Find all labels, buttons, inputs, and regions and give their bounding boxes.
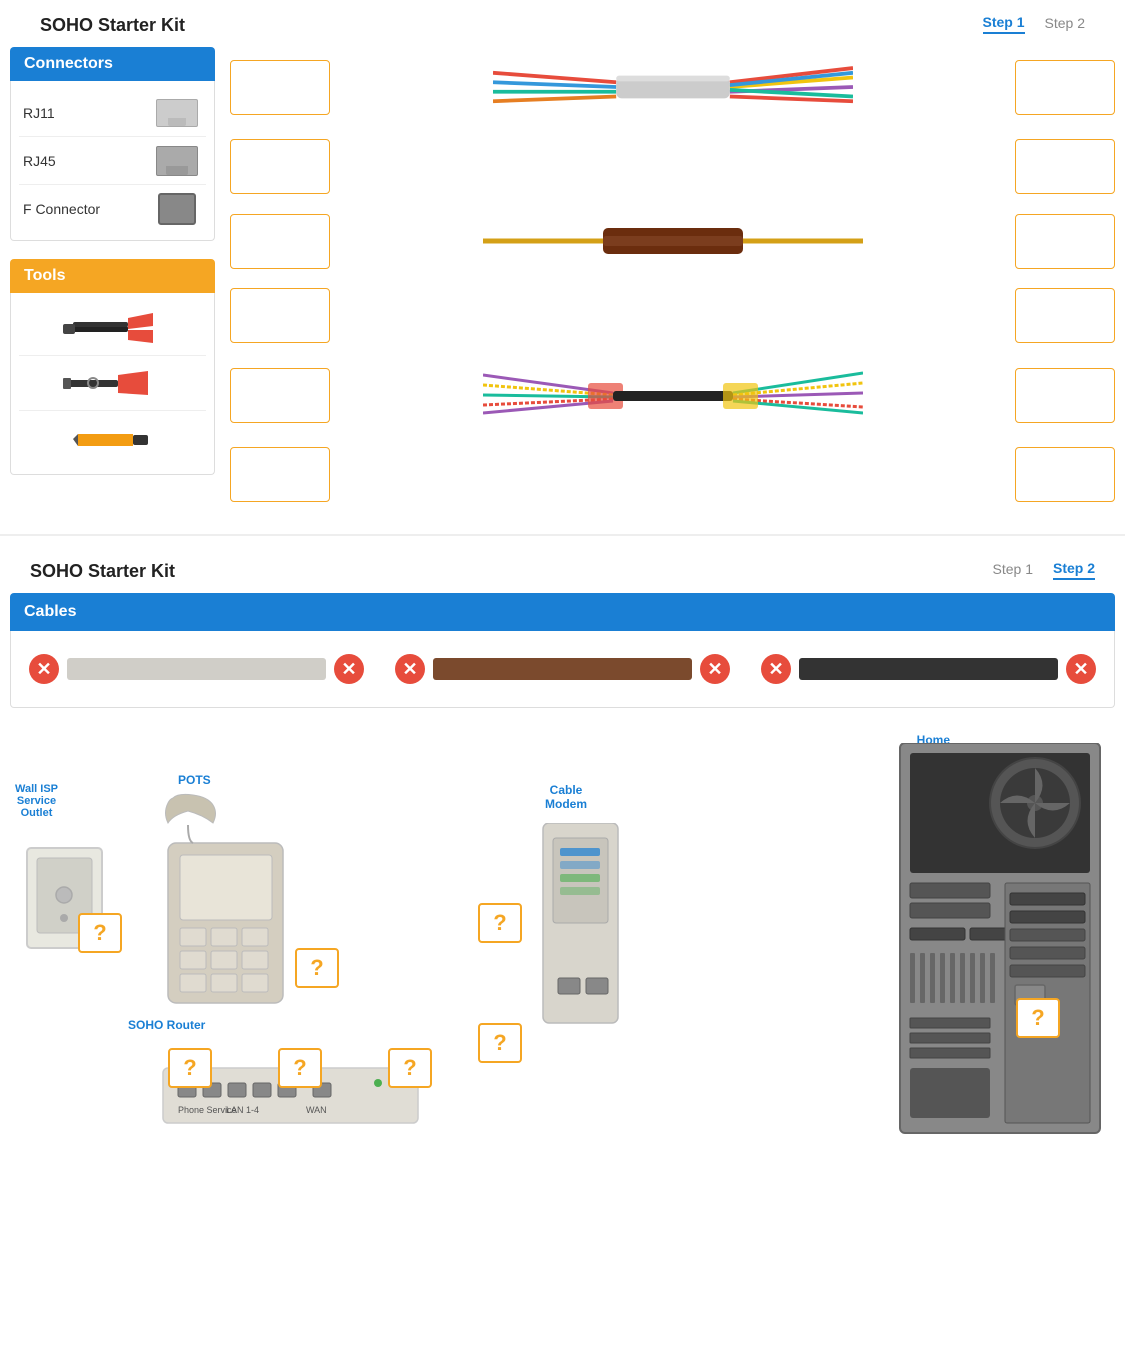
kit1-title: SOHO Starter Kit [25, 5, 200, 42]
question-box-router2[interactable]: ? [278, 1048, 322, 1088]
cable-slot-brown: ✕ ✕ [387, 646, 738, 692]
svg-text:WAN: WAN [306, 1105, 327, 1115]
white-cable-img [67, 658, 326, 680]
marker-icon [73, 424, 153, 454]
question-box-pc[interactable]: ? [1016, 998, 1060, 1038]
brown-cable-img [433, 658, 692, 680]
question-mark-modem-top: ? [493, 910, 506, 936]
question-mark-router3: ? [403, 1055, 416, 1081]
tool-stripper[interactable] [19, 356, 206, 411]
drop-box-1c[interactable] [230, 139, 330, 194]
drop-box-1b[interactable] [1015, 60, 1115, 115]
cables-row: ✕ ✕ ✕ ✕ ✕ ✕ [10, 631, 1115, 708]
cable-row-1 [230, 47, 1115, 127]
kit1-step1-tab[interactable]: Step 1 [983, 14, 1025, 34]
question-box-outlet[interactable]: ? [78, 913, 122, 953]
kit2-step2-tab[interactable]: Step 2 [1053, 560, 1095, 580]
tool-marker[interactable] [19, 411, 206, 466]
connector-rj45[interactable]: RJ45 [19, 137, 206, 185]
drop-box-2b[interactable] [1015, 214, 1115, 269]
remove-brown-cable[interactable]: ✕ [395, 654, 425, 684]
rj45-label: RJ45 [23, 153, 152, 169]
cable-row-2 [230, 206, 1115, 276]
kit-section-1: SOHO Starter Kit Step 1 Step 2 Connector… [0, 0, 1125, 534]
rj45-icon [152, 143, 202, 178]
drop-box-3d[interactable] [1015, 447, 1115, 502]
question-mark-outlet: ? [93, 920, 106, 946]
svg-text:LAN 1-4: LAN 1-4 [226, 1105, 259, 1115]
cable-row-3 [230, 355, 1115, 435]
question-box-router3[interactable]: ? [388, 1048, 432, 1088]
cable-slot-black: ✕ ✕ [753, 646, 1104, 692]
utp-cable-visual [330, 47, 1015, 127]
remove-white-cable[interactable]: ✕ [29, 654, 59, 684]
tools-header: Tools [10, 259, 215, 293]
rj11-icon [152, 95, 202, 130]
drop-box-2d[interactable] [1015, 288, 1115, 343]
remove-brown-cable-right[interactable]: ✕ [700, 654, 730, 684]
crimper1-icon [63, 308, 163, 348]
pots-label: POTS [178, 773, 211, 787]
coax-cable-visual [330, 206, 1015, 276]
cable-row-1b [230, 139, 1115, 194]
modem-svg [538, 823, 628, 1033]
cable-modem-label: CableModem [545, 783, 587, 811]
drop-box-3b[interactable] [1015, 368, 1115, 423]
connectors-panel-body: RJ11 RJ45 F Connector [10, 81, 215, 241]
cable-drop-area [215, 47, 1115, 514]
question-mark-pc: ? [1031, 1005, 1044, 1031]
question-mark-router1: ? [183, 1055, 196, 1081]
drop-box-3a[interactable] [230, 368, 330, 423]
pc-svg [880, 743, 1110, 1138]
remove-black-cable[interactable]: ✕ [761, 654, 791, 684]
connector-rj11[interactable]: RJ11 [19, 89, 206, 137]
phone-svg [158, 793, 293, 1013]
fconn-label: F Connector [23, 201, 152, 217]
remove-black-cable-right[interactable]: ✕ [1066, 654, 1096, 684]
tool-crimper1[interactable] [19, 301, 206, 356]
drop-box-3c[interactable] [230, 447, 330, 502]
drop-box-1d[interactable] [1015, 139, 1115, 194]
drop-box-2c[interactable] [230, 288, 330, 343]
connectors-header: Connectors [10, 47, 215, 81]
cables-panel-header: Cables [10, 593, 1115, 631]
drop-box-2a[interactable] [230, 214, 330, 269]
question-mark-phone: ? [310, 955, 323, 981]
tools-panel-body [10, 293, 215, 475]
question-mark-modem-bottom: ? [493, 1030, 506, 1056]
stripper-icon [63, 363, 163, 403]
question-box-modem-bottom[interactable]: ? [478, 1023, 522, 1063]
remove-white-cable-right[interactable]: ✕ [334, 654, 364, 684]
kit2-title: SOHO Starter Kit [15, 551, 190, 588]
fconn-icon [152, 191, 202, 226]
cable-slot-white: ✕ ✕ [21, 646, 372, 692]
kit1-step2-tab[interactable]: Step 2 [1045, 15, 1085, 33]
question-box-modem-top[interactable]: ? [478, 903, 522, 943]
soho-router-label: SOHO Router [128, 1018, 205, 1032]
question-mark-router2: ? [293, 1055, 306, 1081]
rj11-label: RJ11 [23, 105, 152, 121]
cable-row-2b [230, 288, 1115, 343]
drop-box-1a[interactable] [230, 60, 330, 115]
kit2-step1-tab[interactable]: Step 1 [993, 561, 1033, 579]
fiber-cable-visual [330, 355, 1015, 435]
connector-fconn[interactable]: F Connector [19, 185, 206, 232]
wall-isp-label: Wall ISPServiceOutlet [15, 783, 58, 819]
cable-row-3b [230, 447, 1115, 502]
question-box-router1[interactable]: ? [168, 1048, 212, 1088]
kit-section-2: SOHO Starter Kit Step 1 Step 2 Cables ✕ … [0, 534, 1125, 1148]
question-box-phone[interactable]: ? [295, 948, 339, 988]
black-cable-img [799, 658, 1058, 680]
network-diagram: Wall ISPServiceOutlet ? POTS [10, 728, 1115, 1148]
